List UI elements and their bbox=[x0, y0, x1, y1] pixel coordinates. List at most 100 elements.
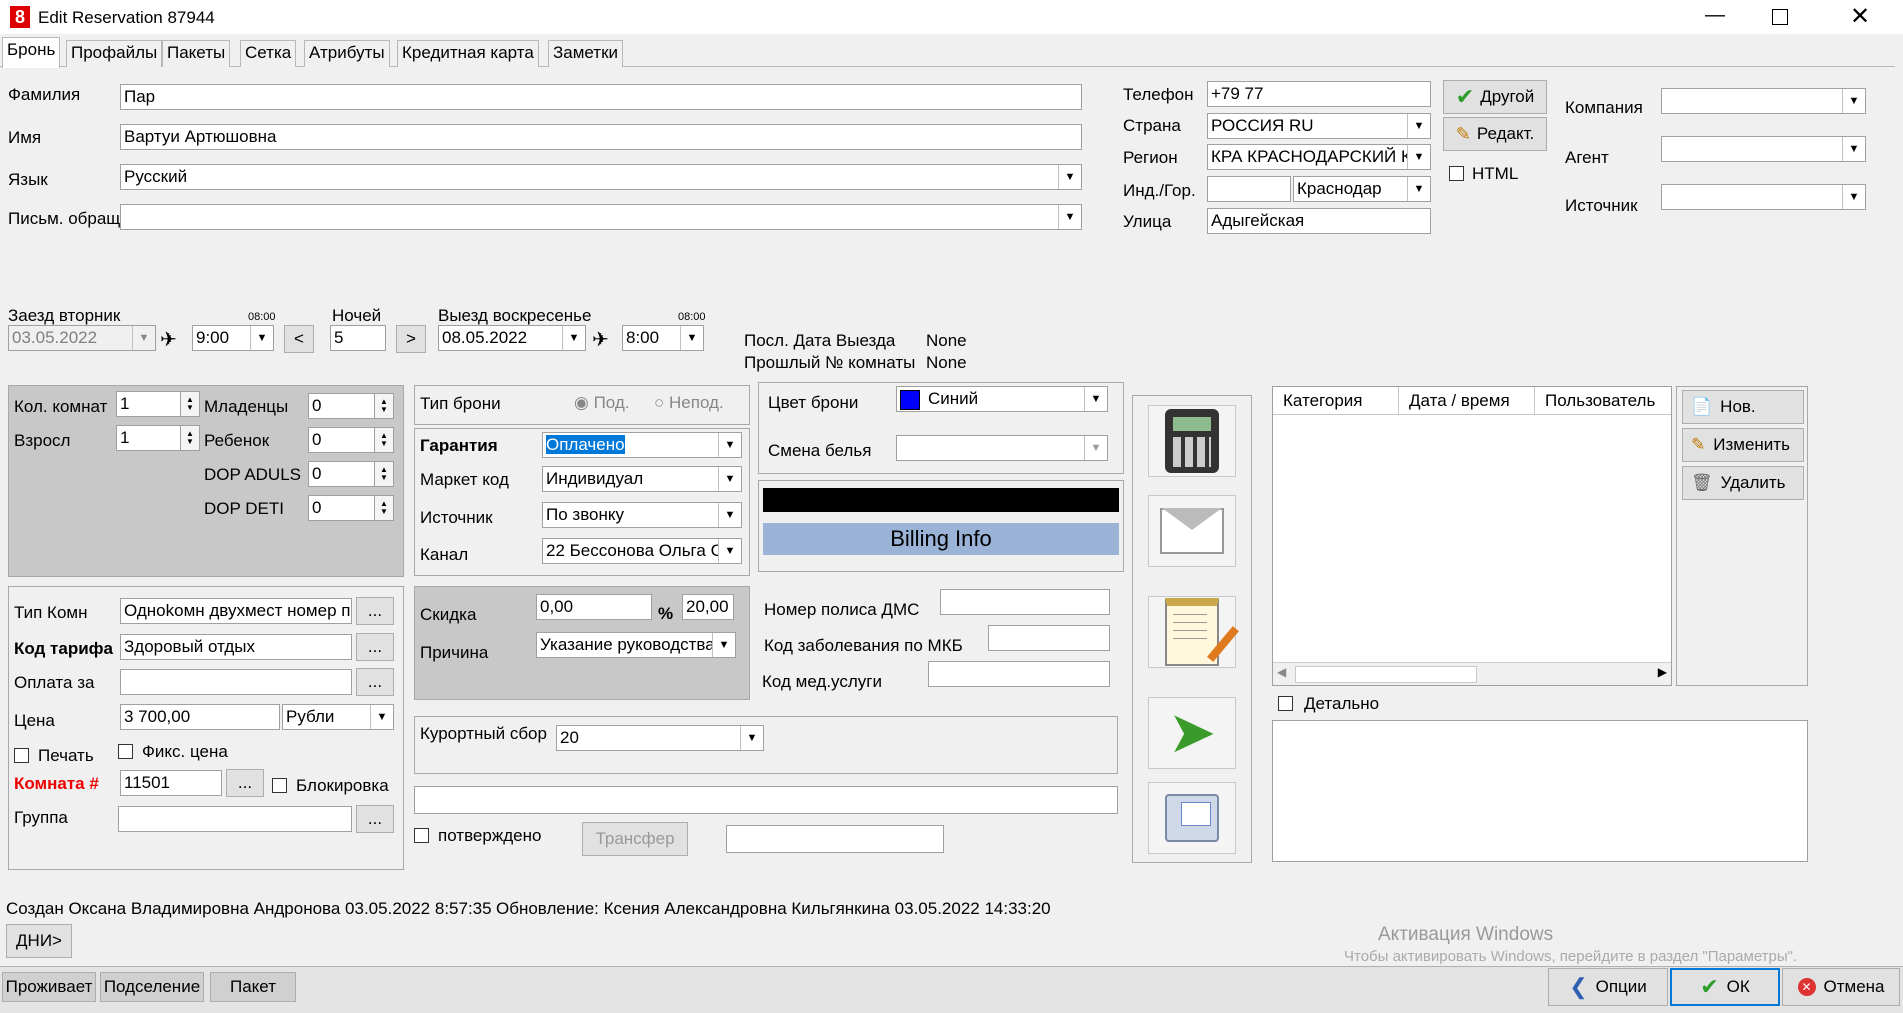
street-field[interactable]: Адыгейская bbox=[1207, 208, 1431, 234]
options-button[interactable]: ❮ Опции bbox=[1548, 968, 1668, 1006]
departure-time-select[interactable]: 8:00 ▼ bbox=[622, 325, 704, 351]
dop-deti-stepper[interactable]: 0 ▲ ▼ bbox=[308, 495, 394, 521]
salutation-select[interactable]: ▼ bbox=[120, 204, 1082, 230]
chevron-down-icon[interactable]: ▼ bbox=[1058, 165, 1081, 189]
scroll-left-icon[interactable]: ◀ bbox=[1277, 665, 1286, 679]
currency-select[interactable]: Рубли ▼ bbox=[282, 704, 394, 730]
rooms-stepper[interactable]: 1 ▲ ▼ bbox=[116, 391, 200, 417]
confirmed-checkbox[interactable] bbox=[414, 828, 429, 843]
nights-next-button[interactable]: > bbox=[396, 325, 426, 353]
spin-arrows-icon[interactable]: ▲ ▼ bbox=[374, 462, 393, 486]
bottom-tab-residing[interactable]: Проживает bbox=[2, 972, 96, 1002]
spin-arrows-icon[interactable]: ▲ ▼ bbox=[374, 496, 393, 520]
policy-field[interactable] bbox=[940, 589, 1110, 615]
room-number-field[interactable]: 11501 bbox=[120, 770, 222, 796]
reason-select[interactable]: Указание руководства ▼ bbox=[536, 632, 736, 658]
arrival-time-select[interactable]: 9:00 ▼ bbox=[192, 325, 274, 351]
nights-prev-button[interactable]: < bbox=[284, 325, 314, 353]
adults-stepper[interactable]: 1 ▲ ▼ bbox=[116, 425, 200, 451]
zip-field[interactable] bbox=[1207, 176, 1291, 202]
log-header-datetime[interactable]: Дата / время bbox=[1399, 387, 1535, 415]
chevron-down-icon[interactable]: ▼ bbox=[718, 539, 741, 563]
tab-profiles[interactable]: Профайлы bbox=[66, 40, 163, 67]
language-select[interactable]: Русский ▼ bbox=[120, 164, 1082, 190]
city-select[interactable]: Краснодар ▼ bbox=[1293, 176, 1431, 202]
log-header-user[interactable]: Пользователь bbox=[1535, 387, 1671, 415]
chevron-down-icon[interactable]: ▼ bbox=[740, 726, 763, 750]
mkb-field[interactable] bbox=[988, 625, 1110, 651]
color-select[interactable]: Синий ▼ bbox=[896, 386, 1108, 412]
nights-field[interactable]: 5 bbox=[330, 325, 386, 351]
chevron-down-icon[interactable]: ▼ bbox=[370, 705, 393, 729]
company-source-select[interactable]: ▼ bbox=[1661, 184, 1866, 210]
dop-aduls-stepper[interactable]: 0 ▲ ▼ bbox=[308, 461, 394, 487]
fixed-price-checkbox[interactable] bbox=[118, 744, 133, 759]
chevron-down-icon[interactable]: ▼ bbox=[562, 326, 585, 350]
departure-date-select[interactable]: 08.05.2022 ▼ bbox=[438, 325, 586, 351]
chevron-down-icon[interactable]: ▼ bbox=[718, 433, 741, 457]
country-select[interactable]: РОССИЯ RU ▼ bbox=[1207, 113, 1431, 139]
bottom-tab-package[interactable]: Пакет bbox=[210, 972, 296, 1002]
chevron-down-icon[interactable]: ▼ bbox=[718, 503, 741, 527]
chevron-down-icon[interactable]: ▼ bbox=[1407, 114, 1430, 138]
ok-button[interactable]: ✔ ОК bbox=[1670, 968, 1780, 1006]
spin-arrows-icon[interactable]: ▲ ▼ bbox=[180, 392, 199, 416]
discount-field[interactable]: 0,00 bbox=[536, 594, 652, 620]
minimize-icon[interactable]: — bbox=[1700, 4, 1730, 30]
linen-select[interactable]: ▼ bbox=[896, 435, 1108, 461]
block-checkbox[interactable] bbox=[272, 778, 287, 793]
edit-contact-button[interactable]: ✎ Редакт. bbox=[1443, 117, 1547, 151]
group-field[interactable] bbox=[118, 806, 352, 832]
bottom-tab-sharing[interactable]: Подселение bbox=[100, 972, 204, 1002]
service-field[interactable] bbox=[928, 661, 1110, 687]
spin-arrows-icon[interactable]: ▲ ▼ bbox=[180, 426, 199, 450]
resort-fee-select[interactable]: 20 ▼ bbox=[556, 725, 764, 751]
detail-checkbox[interactable] bbox=[1278, 696, 1293, 711]
transfer-button[interactable]: Трансфер bbox=[582, 822, 688, 856]
market-select[interactable]: Индивидуал ▼ bbox=[542, 466, 742, 492]
name-field[interactable]: Вартуи Артюшовна bbox=[120, 124, 1082, 150]
agent-select[interactable]: ▼ bbox=[1661, 136, 1866, 162]
chevron-down-icon[interactable]: ▼ bbox=[1842, 89, 1865, 113]
chevron-down-icon[interactable]: ▼ bbox=[680, 326, 703, 350]
tab-reservation[interactable]: Бронь bbox=[2, 37, 61, 68]
chevron-down-icon[interactable]: ▼ bbox=[1084, 436, 1107, 460]
group-browse-button[interactable]: ... bbox=[356, 805, 394, 833]
other-contact-button[interactable]: ✔ Другой bbox=[1443, 80, 1547, 114]
billing-info-button[interactable]: Billing Info bbox=[763, 523, 1119, 555]
company-select[interactable]: ▼ bbox=[1661, 88, 1866, 114]
chevron-down-icon[interactable]: ▼ bbox=[1407, 145, 1430, 169]
surname-field[interactable]: Пар bbox=[120, 84, 1082, 110]
tab-notes[interactable]: Заметки bbox=[548, 40, 624, 67]
room-number-browse-button[interactable]: ... bbox=[226, 769, 264, 797]
room-type-field[interactable]: Одноkомн двухмест номер пар bbox=[120, 598, 352, 624]
price-field[interactable]: 3 700,00 bbox=[120, 704, 280, 730]
envelope-icon[interactable] bbox=[1148, 495, 1236, 567]
scroll-right-icon[interactable]: ▶ bbox=[1658, 665, 1667, 679]
close-icon[interactable]: ✕ bbox=[1845, 2, 1875, 30]
region-select[interactable]: КРА КРАСНОДАРСКИЙ КР ▼ bbox=[1207, 144, 1431, 170]
booking-type-option-unconfirmed[interactable]: ○ Непод. bbox=[654, 393, 724, 413]
log-edit-button[interactable]: ✎ Изменить bbox=[1682, 428, 1804, 462]
booking-source-select[interactable]: По звонку ▼ bbox=[542, 502, 742, 528]
infants-stepper[interactable]: 0 ▲ ▼ bbox=[308, 393, 394, 419]
log-delete-button[interactable]: 🗑 Удалить bbox=[1682, 466, 1804, 500]
chevron-down-icon[interactable]: ▼ bbox=[250, 326, 273, 350]
tab-grid[interactable]: Сетка bbox=[240, 40, 297, 67]
chevron-down-icon[interactable]: ▼ bbox=[1842, 185, 1865, 209]
discount-percent-field[interactable]: 20,00 bbox=[682, 594, 734, 620]
html-checkbox[interactable] bbox=[1449, 166, 1464, 181]
log-header-category[interactable]: Категория bbox=[1273, 387, 1399, 415]
rate-field[interactable]: Здоровый отдых bbox=[120, 634, 352, 660]
chevron-down-icon[interactable]: ▼ bbox=[1084, 387, 1107, 411]
chevron-down-icon[interactable]: ▼ bbox=[132, 326, 155, 350]
tab-credit-card[interactable]: Кредитная карта bbox=[397, 40, 539, 67]
forward-arrow-icon[interactable]: ➤ bbox=[1148, 697, 1236, 769]
chevron-down-icon[interactable]: ▼ bbox=[1842, 137, 1865, 161]
print-checkbox[interactable] bbox=[14, 748, 29, 763]
phone-field[interactable]: +79 77 bbox=[1207, 81, 1431, 107]
chevron-down-icon[interactable]: ▼ bbox=[718, 467, 741, 491]
days-button[interactable]: ДНИ> bbox=[6, 924, 72, 958]
guarantee-select[interactable]: Оплачено ▼ bbox=[542, 432, 742, 458]
payfor-browse-button[interactable]: ... bbox=[356, 668, 394, 696]
